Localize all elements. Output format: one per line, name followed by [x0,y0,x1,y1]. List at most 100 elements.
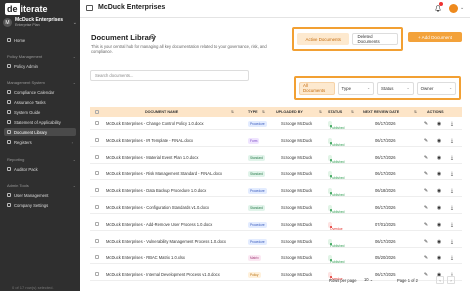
document-name[interactable]: McDuck Enterprises - Vulnerability Manag… [106,239,226,244]
view-icon[interactable]: ◉ [436,205,442,211]
download-icon[interactable]: ⤓ [449,121,455,127]
row-checkbox[interactable] [95,205,99,209]
download-icon[interactable]: ⤓ [449,255,455,261]
table-row[interactable]: McDuck Enterprises - Vulnerability Manag… [90,235,462,248]
sort-icon[interactable]: ⇅ [351,110,354,114]
edit-icon[interactable]: ✎ [423,171,429,177]
row-checkbox[interactable] [95,171,99,176]
user-avatar[interactable] [449,4,458,13]
download-icon[interactable]: ⤓ [449,155,455,161]
download-icon[interactable]: ⤓ [449,205,455,211]
filter-all-documents[interactable]: All Documents [299,81,335,95]
sort-icon[interactable]: ⇅ [262,110,265,114]
column-header-type[interactable]: TYPE [248,110,258,114]
sort-icon[interactable]: ⇅ [231,110,234,114]
section-reporting[interactable]: Reporting ⌄ [4,156,76,163]
org-switcher[interactable]: M McDuck Enterprises Enterprise Plan ⌄ [3,15,77,30]
view-icon[interactable]: ◉ [436,121,442,127]
sidebar-item-registers[interactable]: Registers › [4,138,76,146]
document-name[interactable]: McDuck Enterprises - Material Event Plan… [106,155,198,160]
column-header-status[interactable]: STATUS [328,110,342,114]
download-icon[interactable]: ⤓ [449,222,455,228]
column-header-name[interactable]: DOCUMENT NAME [145,110,178,114]
download-icon[interactable]: ⤓ [449,188,455,194]
row-checkbox[interactable] [95,188,99,193]
section-policy-management[interactable]: Policy Management ⌄ [4,53,76,60]
sidebar-item-policy-admin[interactable]: Policy Admin [4,62,76,70]
table-row[interactable]: McDuck Enterprises - Data Backup Procedu… [90,184,462,198]
sidebar-item-system-guide[interactable]: System Guide [4,108,76,116]
edit-icon[interactable]: ✎ [423,138,429,144]
row-checkbox[interactable] [95,238,99,243]
tab-active-documents[interactable]: Active Documents [297,33,350,45]
select-all-checkbox[interactable] [95,110,99,114]
table-row[interactable]: McDuck Enterprises - Material Event Plan… [90,151,462,164]
table-row[interactable]: McDuck Enterprises - RBAC Matrix 1.0.xls… [90,251,462,265]
view-icon[interactable]: ◉ [436,171,442,177]
document-name[interactable]: McDuck Enterprises - Data Backup Procedu… [106,188,206,193]
table-row[interactable]: McDuck Enterprises - Add-Remove User Pro… [90,218,462,231]
next-page-button[interactable]: › [447,276,455,284]
view-icon[interactable]: ◉ [436,255,442,261]
sidebar-toggle-icon[interactable] [86,5,93,11]
top-bar-title: McDuck Enterprises [98,4,166,11]
edit-icon[interactable]: ✎ [423,222,429,228]
row-checkbox[interactable] [95,255,99,260]
sidebar-item-company-settings[interactable]: Company Settings [4,201,76,209]
search-input[interactable] [90,70,249,81]
filter-type[interactable]: Type ⌄ [337,81,375,95]
table-row[interactable]: McDuck Enterprises - Change Control Poli… [90,117,462,130]
page-info: Page 1 of 2 [397,278,418,283]
row-checkbox[interactable] [95,221,99,226]
view-icon[interactable]: ◉ [436,138,442,144]
edit-icon[interactable]: ✎ [423,255,429,261]
sidebar-item-assurance-tasks[interactable]: Assurance Tasks [4,98,76,106]
sort-icon[interactable]: ⇅ [414,110,417,114]
document-name[interactable]: McDuck Enterprises - RBAC Matrix 1.0.xls… [106,255,185,260]
status-text: Published [330,142,345,147]
document-name[interactable]: McDuck Enterprises - Change Control Poli… [106,121,204,126]
bell-icon[interactable] [435,5,441,12]
download-icon[interactable]: ⤓ [449,239,455,245]
view-icon[interactable]: ◉ [436,188,442,194]
table-row[interactable]: McDuck Enterprises - IR Template - FINAL… [90,134,462,147]
row-checkbox[interactable] [95,121,99,125]
table-row[interactable]: McDuck Enterprises - Risk Management Sta… [90,167,462,181]
view-icon[interactable]: ◉ [436,239,442,245]
section-admin-tools[interactable]: Admin Tools ⌄ [4,182,76,189]
sidebar-item-auditor-pack[interactable]: Auditor Pack [4,165,76,173]
previous-page-button[interactable]: ‹ [436,276,444,284]
sidebar-item-user-management[interactable]: User Management [4,191,76,199]
tab-deleted-documents[interactable]: Deleted Documents [352,33,398,45]
document-name[interactable]: McDuck Enterprises - Add-Remove User Pro… [106,222,212,227]
sidebar-item-statement-of-applicability[interactable]: Statement of Applicability [4,118,76,126]
table-row[interactable]: McDuck Enterprises - Configuration Stand… [90,201,462,214]
section-management-system[interactable]: Management System ⌄ [4,79,76,86]
sidebar-item-compliance-calendar[interactable]: Compliance Calendar [4,88,76,96]
column-header-uploaded-by[interactable]: UPLOADED BY [276,110,303,114]
row-checkbox[interactable] [95,137,99,142]
edit-icon[interactable]: ✎ [423,121,429,127]
document-name[interactable]: McDuck Enterprises - IR Template - FINAL… [106,138,193,143]
column-header-next-review[interactable]: NEXT REVIEW DATE [363,110,399,114]
sidebar-item-document-library[interactable]: Document Library [4,128,76,136]
document-name[interactable]: McDuck Enterprises - Configuration Stand… [106,205,209,210]
edit-icon[interactable]: ✎ [423,205,429,211]
filter-status[interactable]: Status ⌄ [377,81,414,95]
info-icon[interactable]: i [150,34,155,39]
filter-owner[interactable]: Owner ⌄ [416,81,457,95]
edit-icon[interactable]: ✎ [423,239,429,245]
chevron-down-icon[interactable]: ⌄ [460,5,464,11]
edit-icon[interactable]: ✎ [423,155,429,161]
sidebar-item-home[interactable]: Home [4,36,76,44]
edit-icon[interactable]: ✎ [423,188,429,194]
sort-icon[interactable]: ⇅ [319,110,322,114]
download-icon[interactable]: ⤓ [449,138,455,144]
view-icon[interactable]: ◉ [436,155,442,161]
add-document-button[interactable]: + Add Document [408,32,462,42]
view-icon[interactable]: ◉ [436,222,442,228]
row-checkbox[interactable] [95,154,99,159]
download-icon[interactable]: ⤓ [449,171,455,177]
rows-per-page-select[interactable]: 10 ⌄ [364,277,378,284]
document-name[interactable]: McDuck Enterprises - Risk Management Sta… [106,171,222,176]
